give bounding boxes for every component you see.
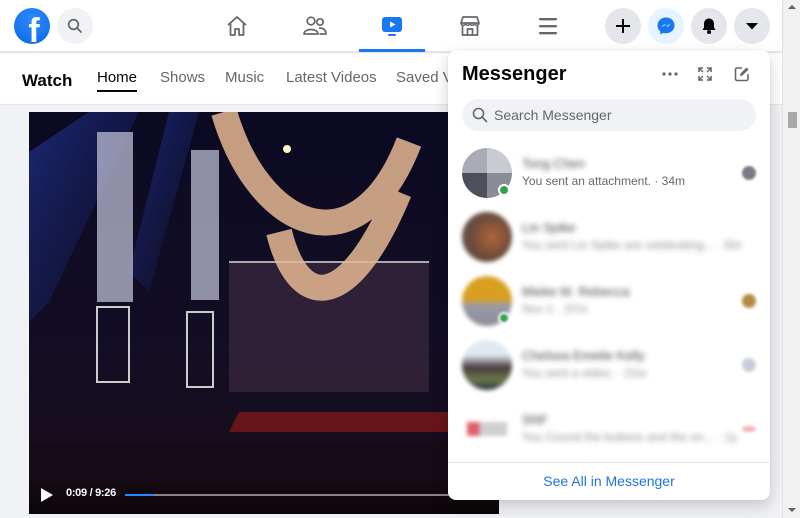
chat-item[interactable]: Tong Chen You sent an attachment. · 34m <box>454 142 764 206</box>
messenger-dropdown: Messenger Tong Chen You sent an attachme… <box>448 50 770 500</box>
search-icon <box>67 18 82 33</box>
notifications-button[interactable] <box>691 8 727 44</box>
store-icon <box>460 16 480 36</box>
search-button[interactable] <box>57 8 93 44</box>
messenger-icon <box>657 17 675 35</box>
online-indicator <box>498 184 510 196</box>
divider <box>448 462 770 463</box>
chat-preview: You sent a video. · 21w <box>522 366 647 380</box>
avatar <box>462 212 512 262</box>
avatar <box>462 404 512 454</box>
messenger-title: Messenger <box>462 63 567 85</box>
video-icon <box>382 17 402 36</box>
bell-icon <box>702 18 716 34</box>
avatar <box>462 340 512 390</box>
light-tower-right <box>191 150 219 300</box>
caret-down-icon <box>746 23 758 30</box>
scrollbar-thumb[interactable] <box>788 112 797 128</box>
chat-preview: You Cound the buttons and the en... · 1y <box>522 430 738 444</box>
chat-name: Lin Spike <box>522 220 576 235</box>
messenger-button[interactable] <box>648 8 684 44</box>
home-icon <box>227 16 247 36</box>
light-tower-left <box>97 132 133 302</box>
scroll-down-arrow[interactable] <box>788 508 796 512</box>
account-menu-button[interactable] <box>734 8 770 44</box>
page-scrollbar[interactable] <box>782 0 800 518</box>
seen-avatar <box>742 166 756 180</box>
watch-tab-music[interactable]: Music <box>225 69 264 86</box>
chat-preview: You sent an attachment. · 34m <box>522 174 685 188</box>
seen-avatar <box>742 426 756 432</box>
top-navigation-bar: f <box>0 0 782 52</box>
new-message-button[interactable] <box>732 64 752 84</box>
facebook-logo[interactable]: f <box>14 8 50 44</box>
see-all-in-messenger-link[interactable]: See All in Messenger <box>448 473 770 489</box>
page-title: Watch <box>22 71 73 90</box>
nav-tab-friends[interactable] <box>282 0 348 52</box>
chat-preview: You sent Lin Spike are celebrating... · … <box>522 238 742 252</box>
seen-avatar <box>742 294 756 308</box>
messenger-expand-button[interactable] <box>695 64 715 84</box>
expand-icon <box>698 67 712 81</box>
messenger-search[interactable] <box>462 99 756 131</box>
chat-item[interactable]: SNF You Cound the buttons and the en... … <box>454 398 764 462</box>
chat-name: SNF <box>522 412 548 427</box>
watch-tab-shows[interactable]: Shows <box>160 69 205 86</box>
video-controls: 0:09 / 9:26 <box>29 474 499 514</box>
video-progress-fill <box>125 494 154 496</box>
video-player[interactable]: 0:09 / 9:26 <box>29 112 499 514</box>
watch-tab-home[interactable]: Home <box>97 69 138 92</box>
watch-tab-latest-videos[interactable]: Latest Videos <box>286 69 377 86</box>
chat-name: Tong Chen <box>522 156 585 171</box>
scroll-up-arrow[interactable] <box>788 5 796 9</box>
chat-name: Chelsea Emelie Kelly <box>522 348 645 363</box>
nav-tab-menu[interactable] <box>515 0 581 52</box>
hamburger-icon <box>539 18 557 35</box>
search-icon <box>472 107 488 123</box>
video-progress-bar[interactable] <box>125 494 485 496</box>
video-frame <box>29 112 499 514</box>
compose-icon <box>734 67 749 82</box>
more-icon <box>662 72 678 76</box>
play-button[interactable] <box>41 488 53 502</box>
chat-item[interactable]: Mieke M. Rebecca Nov 1 · 37m <box>454 270 764 334</box>
seen-avatar <box>742 358 756 372</box>
chat-name: Mieke M. Rebecca <box>522 284 630 299</box>
messenger-search-input[interactable] <box>494 107 734 123</box>
nav-tab-watch[interactable] <box>359 0 425 52</box>
chat-preview: Nov 1 · 37m <box>522 302 588 316</box>
video-time: 0:09 / 9:26 <box>66 487 116 499</box>
chat-item[interactable]: Chelsea Emelie Kelly You sent a video. ·… <box>454 334 764 398</box>
nav-tab-marketplace[interactable] <box>437 0 503 52</box>
nav-tab-home[interactable] <box>204 0 270 52</box>
chat-item[interactable]: Lin Spike You sent Lin Spike are celebra… <box>454 206 764 270</box>
facebook-logo-letter: f <box>28 12 40 44</box>
friends-icon <box>303 16 327 35</box>
messenger-options-button[interactable] <box>660 64 680 84</box>
plus-icon <box>616 19 630 33</box>
create-button[interactable] <box>605 8 641 44</box>
online-indicator <box>498 312 510 324</box>
